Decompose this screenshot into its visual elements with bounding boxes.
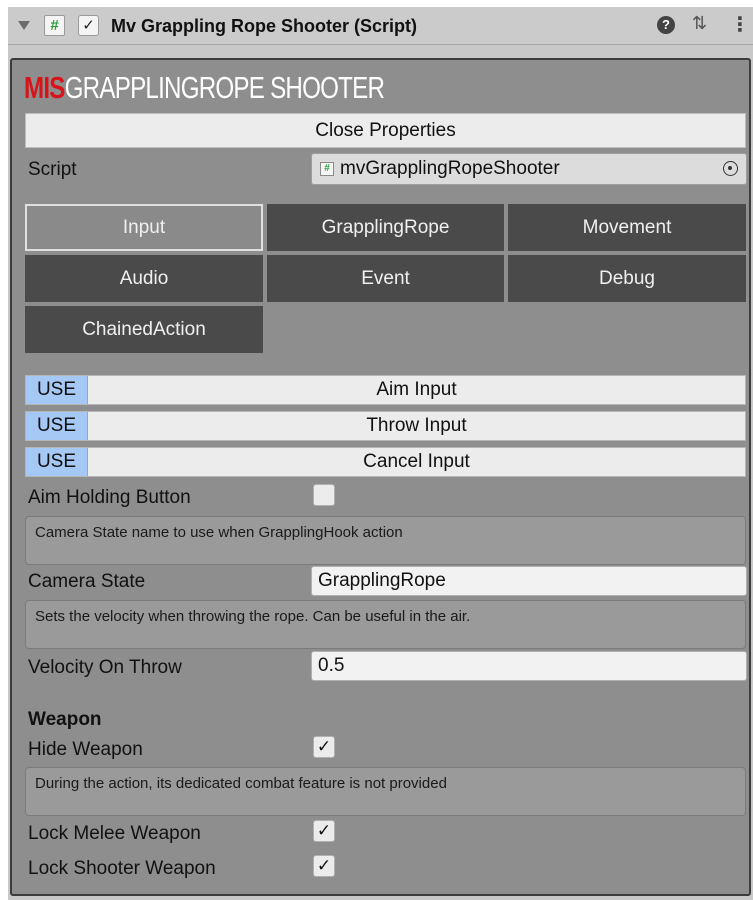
close-properties-button[interactable]: Close Properties: [25, 113, 746, 148]
foldout-arrow-icon[interactable]: [18, 21, 30, 30]
component-title: Mv Grappling Rope Shooter (Script): [111, 16, 418, 36]
camera-state-help: Camera State name to use when GrapplingH…: [25, 516, 746, 565]
cancel-input-label[interactable]: Cancel Input: [88, 448, 745, 476]
cancel-input-row[interactable]: USE Cancel Input: [25, 447, 746, 477]
logo-prefix: MIS: [24, 70, 65, 105]
throw-input-row[interactable]: USE Throw Input: [25, 411, 746, 441]
tab-movement[interactable]: Movement: [508, 204, 746, 251]
hide-weapon-label: Hide Weapon: [28, 739, 143, 760]
tab-chainedaction[interactable]: ChainedAction: [25, 306, 263, 353]
lock-shooter-weapon-label: Lock Shooter Weapon: [28, 858, 216, 879]
object-picker-icon[interactable]: [723, 161, 738, 176]
velocity-on-throw-field[interactable]: 0.5: [311, 651, 747, 681]
component-enabled-checkbox[interactable]: ✓: [78, 15, 99, 36]
script-field-value: mvGrapplingRopeShooter: [340, 158, 560, 179]
logo: MISGRAPPLINGROPE SHOOTER: [24, 70, 385, 106]
tab-grapplingrope[interactable]: GrapplingRope: [267, 204, 504, 251]
velocity-on-throw-label: Velocity On Throw: [28, 657, 182, 678]
aim-holding-button-label: Aim Holding Button: [28, 487, 191, 508]
aim-input-label[interactable]: Aim Input: [88, 376, 745, 404]
script-icon: #: [44, 15, 65, 36]
throw-input-label[interactable]: Throw Input: [88, 412, 745, 440]
component-header[interactable]: # ✓ Mv Grappling Rope Shooter (Script) ?…: [8, 7, 753, 45]
script-label: Script: [28, 159, 77, 180]
context-menu-icon[interactable]: ⋮: [730, 12, 750, 37]
weapon-section-title: Weapon: [28, 709, 102, 730]
script-file-icon: #: [320, 162, 334, 176]
weapon-help: During the action, its dedicated combat …: [25, 767, 746, 816]
use-toggle[interactable]: USE: [26, 448, 88, 476]
camera-state-label: Camera State: [28, 571, 146, 592]
script-object-field[interactable]: # mvGrapplingRopeShooter: [311, 153, 747, 185]
help-icon[interactable]: ?: [657, 16, 675, 34]
lock-melee-weapon-checkbox[interactable]: ✓: [313, 820, 335, 842]
logo-text: GRAPPLINGROPE SHOOTER: [64, 70, 385, 105]
preset-icon[interactable]: ⇅: [692, 13, 707, 34]
hide-weapon-checkbox[interactable]: ✓: [313, 736, 335, 758]
inspector-component: # ✓ Mv Grappling Rope Shooter (Script) ?…: [8, 7, 753, 900]
velocity-help: Sets the velocity when throwing the rope…: [25, 600, 746, 649]
aim-input-row[interactable]: USE Aim Input: [25, 375, 746, 405]
use-toggle[interactable]: USE: [26, 412, 88, 440]
tab-debug[interactable]: Debug: [508, 255, 746, 302]
tab-audio[interactable]: Audio: [25, 255, 263, 302]
use-toggle[interactable]: USE: [26, 376, 88, 404]
tab-input[interactable]: Input: [25, 204, 263, 251]
camera-state-field[interactable]: GrapplingRope: [311, 566, 747, 596]
aim-holding-button-checkbox[interactable]: [313, 484, 335, 506]
lock-melee-weapon-label: Lock Melee Weapon: [28, 823, 201, 844]
tab-event[interactable]: Event: [267, 255, 504, 302]
lock-shooter-weapon-checkbox[interactable]: ✓: [313, 855, 335, 877]
